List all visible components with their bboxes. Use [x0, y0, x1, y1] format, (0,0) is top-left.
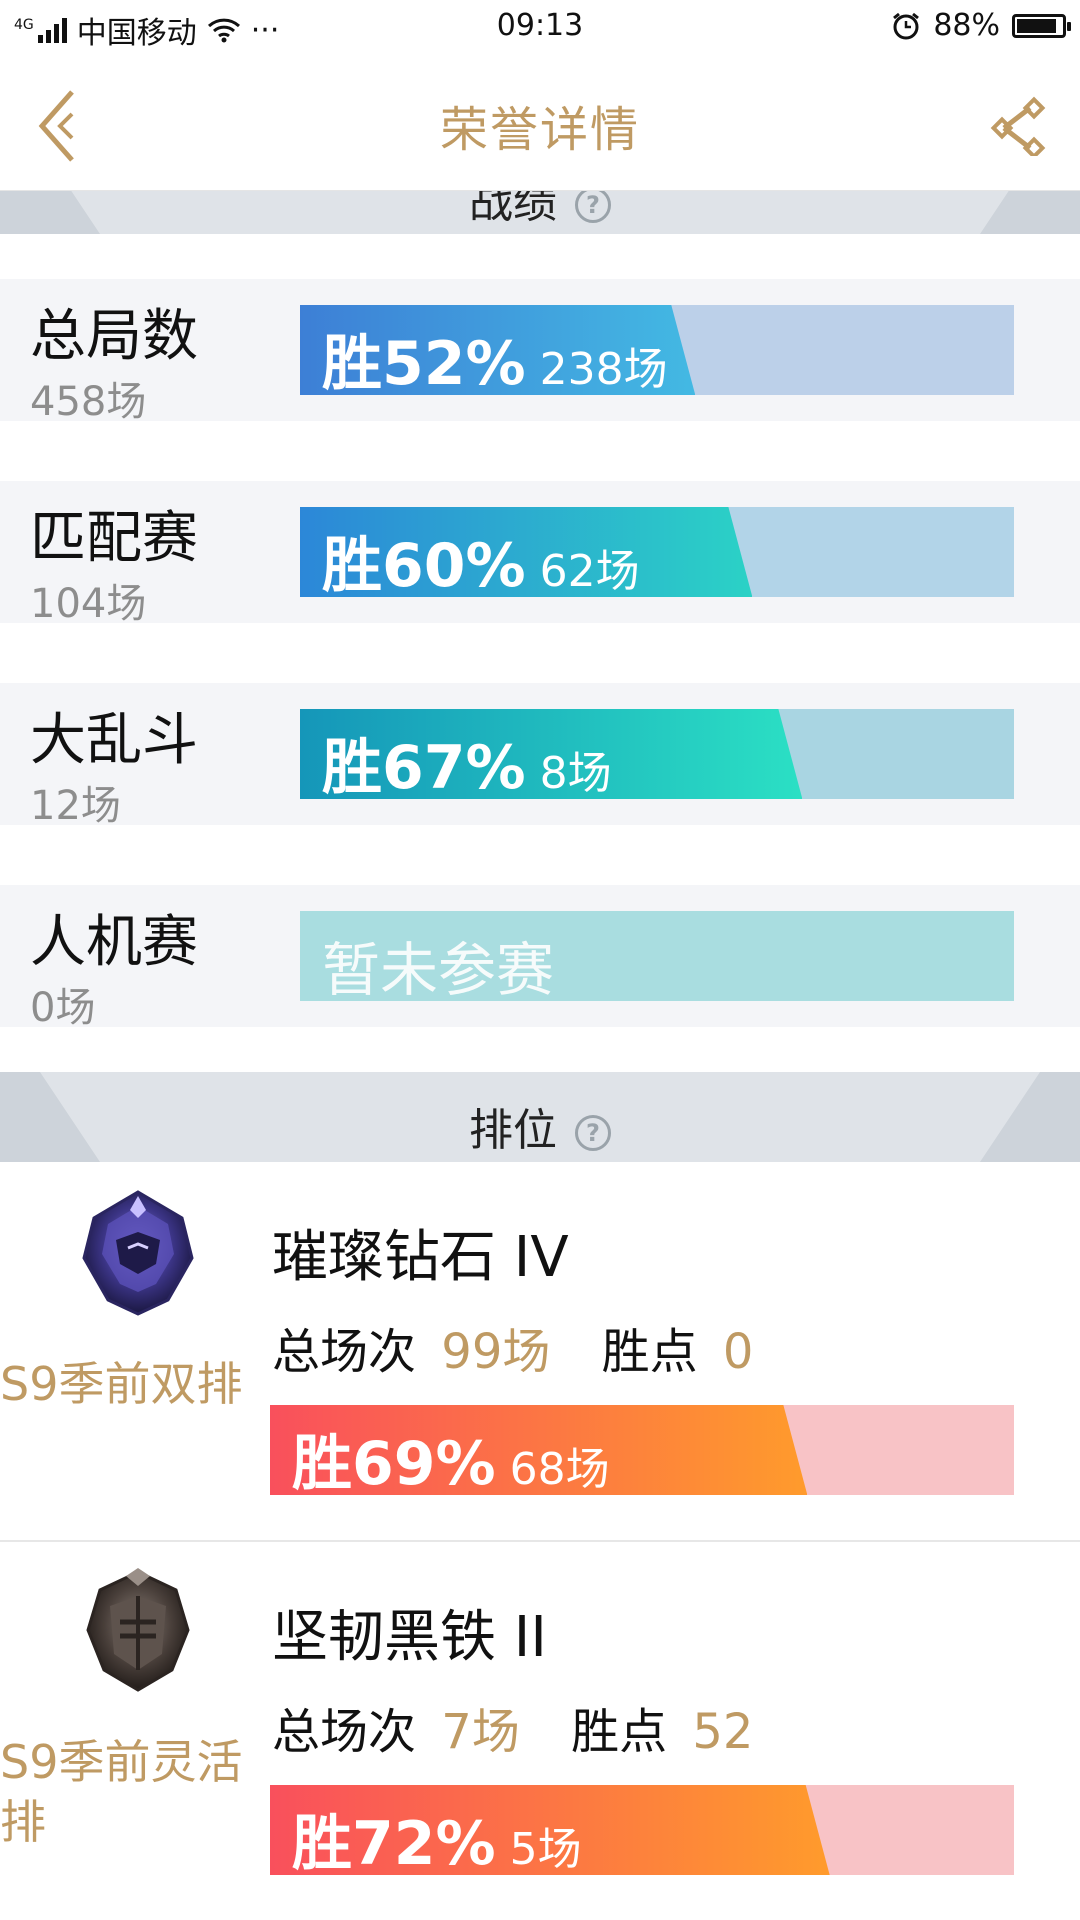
stat-count: 104场	[30, 581, 147, 627]
points-value: 0	[722, 1324, 754, 1380]
win-count: 238场	[539, 344, 668, 395]
status-bar: 4G 中国移动 ··· 09:13 88%	[0, 0, 1080, 58]
section-header-rank: 排位?	[0, 1072, 1080, 1162]
rank-mode-line: S9季前灵活	[0, 1735, 243, 1789]
stat-count: 12场	[30, 783, 121, 829]
stat-row-total: 总局数 458场 胜52% 238场	[0, 279, 1080, 425]
points-label: 胜点	[601, 1324, 698, 1380]
games-label: 总场次	[272, 1324, 417, 1380]
battery-icon	[1012, 13, 1071, 38]
battery-percent: 88%	[933, 8, 1000, 43]
games-value: 7场	[441, 1704, 520, 1760]
rank-win-rate-bar: 胜72% 5场	[270, 1785, 1014, 1875]
win-percent: 胜67%	[322, 733, 526, 799]
section-label-rank: 排位	[469, 1105, 557, 1156]
win-rate-bar: 胜60% 62场	[300, 507, 1014, 597]
stat-name: 匹配赛	[30, 506, 198, 571]
win-percent: 胜69%	[292, 1429, 496, 1495]
alarm-icon	[893, 12, 920, 39]
win-percent: 胜60%	[322, 531, 526, 597]
points-value: 52	[692, 1704, 754, 1760]
rank-win-rate-bar: 胜69% 68场	[270, 1405, 1014, 1495]
iron-rank-emblem	[86, 1568, 190, 1692]
win-count: 8场	[539, 748, 612, 799]
rank-mode-label: S9季前灵活 排	[0, 1732, 270, 1852]
games-value: 99场	[441, 1324, 551, 1380]
win-rate-bar: 胜52% 238场	[300, 305, 1014, 395]
diamond-rank-emblem	[82, 1190, 194, 1316]
rank-stats: 总场次 7场 胜点 52	[272, 1692, 753, 1762]
rank-mode-label: S9季前双排	[0, 1357, 243, 1411]
win-percent: 胜72%	[292, 1809, 496, 1875]
stat-name: 人机赛	[30, 910, 198, 975]
no-games-bar: 暂未参赛	[300, 911, 1014, 1001]
help-icon[interactable]: ?	[575, 187, 611, 223]
win-percent: 胜52%	[322, 329, 526, 395]
games-label: 总场次	[272, 1704, 417, 1760]
rank-tier: 璀璨钻石 IV	[272, 1225, 569, 1290]
win-count: 68场	[509, 1444, 610, 1495]
rank-card-flex[interactable]: S9季前灵活 排 坚韧黑铁 II 总场次 7场 胜点 52 胜72% 5场	[0, 1542, 1080, 1920]
win-count: 5场	[509, 1824, 582, 1875]
share-icon[interactable]	[990, 96, 1050, 156]
no-games-text: 暂未参赛	[322, 936, 555, 1001]
rank-mode-line: 排	[0, 1795, 46, 1849]
rank-card-duo[interactable]: S9季前双排 璀璨钻石 IV 总场次 99场 胜点 0 胜69% 68场	[0, 1162, 1080, 1540]
stat-row-brawl: 大乱斗 12场 胜67% 8场	[0, 683, 1080, 829]
page-title-text: 荣誉详情	[439, 102, 640, 158]
stat-count: 0场	[30, 985, 96, 1031]
header-backdrop: 荣誉详情	[0, 58, 1080, 191]
rank-stats: 总场次 99场 胜点 0	[272, 1312, 753, 1382]
help-icon[interactable]: ?	[575, 1115, 611, 1151]
stat-name: 总局数	[30, 304, 198, 369]
stat-name: 大乱斗	[30, 708, 198, 773]
win-rate-bar: 胜67% 8场	[300, 709, 1014, 799]
points-label: 胜点	[571, 1704, 668, 1760]
win-count: 62场	[539, 546, 640, 597]
stat-count: 458场	[30, 379, 147, 425]
stat-row-bot: 人机赛 0场 暂未参赛	[0, 885, 1080, 1031]
stat-row-match: 匹配赛 104场 胜60% 62场	[0, 481, 1080, 627]
rank-tier: 坚韧黑铁 II	[272, 1605, 547, 1670]
